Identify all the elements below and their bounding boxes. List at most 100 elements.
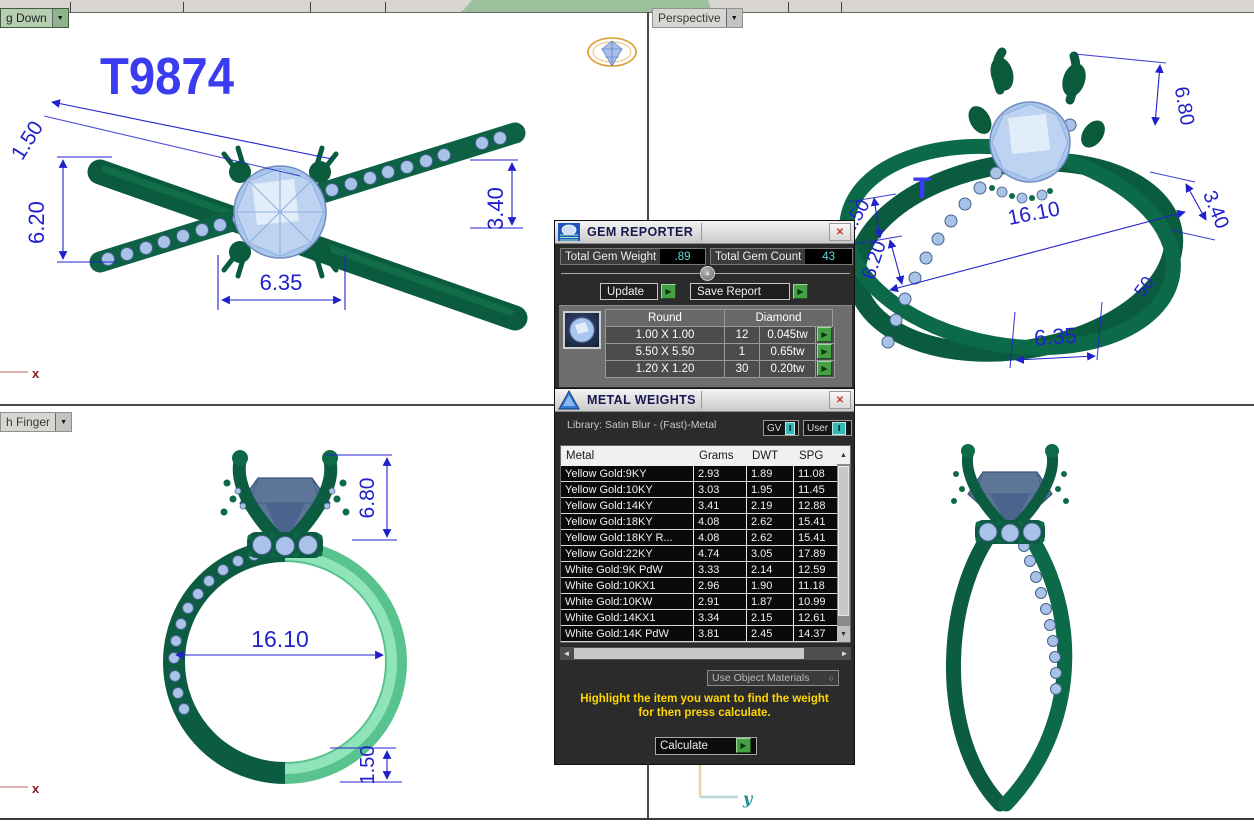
metal-row[interactable]: Yellow Gold:18KY R...4.082.6215.41 (561, 530, 850, 546)
gem-count: 12 (725, 327, 760, 344)
total-gem-weight-field: Total Gem Weight .89 (560, 248, 706, 265)
user-toggle-button[interactable]: User I (803, 420, 852, 436)
gem-table: Round Diamond 1.00 X 1.00 12 0.045tw ▶ 5… (605, 309, 835, 378)
y-axis-label: y (742, 789, 754, 808)
dim-label-6-35: 6.35 (260, 270, 303, 295)
panel-title: GEM REPORTER (587, 225, 693, 239)
viewport-dropdown-looking-down[interactable]: g Down ▼ (0, 8, 69, 28)
col-metal: Metal (561, 450, 694, 462)
gem-row: 1.00 X 1.00 12 0.045tw ▶ (605, 327, 835, 344)
ring-head (951, 444, 1069, 544)
partial-model-label: T (913, 172, 931, 205)
ring-side-drawing (951, 444, 1069, 804)
use-object-materials-button[interactable]: Use Object Materials ○ (707, 670, 839, 686)
metal-row[interactable]: Yellow Gold:14KY3.412.1912.88 (561, 498, 850, 514)
save-report-button[interactable]: Save Report (690, 283, 790, 300)
chevron-down-icon[interactable]: ▼ (55, 413, 71, 431)
metal-row[interactable]: Yellow Gold:9KY2.931.8911.08 (561, 466, 850, 482)
gem-row-play-icon[interactable]: ▶ (817, 327, 832, 342)
use-object-materials-label: Use Object Materials (712, 672, 809, 684)
gv-indicator-icon: I (785, 422, 795, 435)
hint-line-2: for then press calculate. (555, 706, 854, 720)
dim-label-6-80: 6.80 (1170, 85, 1198, 127)
total-gem-count-label: Total Gem Count (711, 249, 805, 264)
axis-indicator: y (700, 765, 754, 808)
library-label: Library: Satin Blur - (Fast)-Metal (567, 419, 716, 431)
viewport-top-view[interactable]: T9874 (0, 12, 647, 404)
gv-toggle-button[interactable]: GV I (763, 420, 799, 436)
hint-line-1: Highlight the item you want to find the … (555, 692, 854, 706)
gem-reporter-titlebar[interactable]: GEM REPORTER ✕ (555, 221, 854, 244)
dim-label-3-40: 3.40 (483, 187, 508, 230)
viewport-dropdown-through-finger[interactable]: h Finger ▼ (0, 412, 72, 432)
gem-table-area: Round Diamond 1.00 X 1.00 12 0.045tw ▶ 5… (559, 305, 852, 387)
user-indicator-icon: I (832, 422, 846, 435)
metal-row[interactable]: Yellow Gold:18KY4.082.6215.41 (561, 514, 850, 530)
gem-count: 1 (725, 344, 760, 361)
scroll-right-icon[interactable]: ► (838, 647, 851, 660)
update-button[interactable]: Update (600, 283, 658, 300)
scroll-down-icon[interactable]: ▼ (837, 626, 850, 642)
total-gem-weight-value: .89 (660, 249, 705, 264)
col-dwt: DWT (747, 450, 794, 462)
metal-row[interactable]: White Gold:10KW2.911.8710.99 (561, 594, 850, 610)
tab-separator (788, 2, 789, 12)
model-number-label: T9874 (100, 48, 234, 106)
calculate-label: Calculate (660, 740, 708, 752)
bottom-border (0, 818, 1254, 820)
dim-label-16-10: 16.10 (251, 626, 309, 652)
metal-row[interactable]: Yellow Gold:22KY4.743.0517.89 (561, 546, 850, 562)
scroll-left-icon[interactable]: ◄ (560, 647, 573, 660)
metal-table-header: Metal Grams DWT SPG (561, 446, 850, 466)
tab-separator (841, 2, 842, 12)
scrollbar-thumb[interactable] (574, 648, 804, 659)
center-stone (234, 166, 326, 258)
tab-separator (385, 2, 386, 12)
gv-label: GV (767, 423, 781, 434)
dim-label-1-50: 1.50 (7, 117, 48, 164)
metal-row[interactable]: Yellow Gold:10KY3.031.9511.45 (561, 482, 850, 498)
viewport-dropdown-perspective[interactable]: Perspective ▼ (652, 8, 743, 28)
total-gem-count-value: 43 (805, 249, 852, 264)
tab-separator (183, 2, 184, 12)
metal-row[interactable]: White Gold:14K PdW3.812.4514.37 (561, 626, 850, 642)
gem-count: 30 (725, 361, 760, 378)
gem-size: 5.50 X 5.50 (605, 344, 725, 361)
tab-separator (310, 2, 311, 12)
close-icon[interactable]: ✕ (829, 223, 851, 241)
close-icon[interactable]: ✕ (829, 391, 851, 409)
radio-icon: ○ (829, 673, 834, 683)
scroll-up-icon[interactable]: ▲ (837, 446, 850, 464)
tab-separator (70, 2, 71, 12)
gem-row-play-icon[interactable]: ▶ (817, 361, 832, 376)
col-grams: Grams (694, 450, 747, 462)
metal-row[interactable]: White Gold:9K PdW3.332.1412.59 (561, 562, 850, 578)
gem-row: 1.20 X 1.20 30 0.20tw ▶ (605, 361, 835, 378)
scrollbar-thumb[interactable] (838, 466, 849, 616)
metal-row[interactable]: White Gold:14KX13.342.1512.61 (561, 610, 850, 626)
gem-reporter-icon (557, 222, 581, 242)
calculate-play-icon[interactable]: ▶ (736, 738, 751, 753)
viewport-label: Perspective (653, 11, 726, 25)
chevron-down-icon[interactable]: ▼ (52, 9, 68, 27)
panel-slider-handle[interactable]: ▲ (700, 266, 715, 281)
total-gem-count-field: Total Gem Count 43 (710, 248, 853, 265)
chevron-down-icon[interactable]: ▼ (726, 9, 742, 27)
save-report-play-icon[interactable]: ▶ (793, 284, 808, 299)
metal-row[interactable]: White Gold:10KX12.961.9011.18 (561, 578, 850, 594)
dim-label-3-40: 3.40 (1198, 188, 1233, 232)
metal-weights-titlebar[interactable]: METAL WEIGHTS ✕ (555, 389, 854, 412)
metal-weights-table: Metal Grams DWT SPG Yellow Gold:9KY2.931… (560, 445, 851, 643)
gem-row-play-icon[interactable]: ▶ (817, 344, 832, 359)
dim-label-6-80: 6.80 (356, 478, 379, 519)
update-play-icon[interactable]: ▶ (661, 284, 676, 299)
viewport-front-view[interactable]: 6.80 16.10 1.50 x (0, 406, 647, 818)
titlebar-separator (701, 223, 702, 241)
vertical-scrollbar[interactable]: ▲ ▼ (837, 446, 850, 642)
ring-head (221, 450, 350, 558)
ring-head (964, 52, 1110, 203)
horizontal-scrollbar[interactable]: ◄ ► (560, 647, 851, 660)
gem-col-type: Diamond (725, 309, 833, 327)
titlebar-separator (701, 391, 702, 409)
gem-row: 5.50 X 5.50 1 0.65tw ▶ (605, 344, 835, 361)
